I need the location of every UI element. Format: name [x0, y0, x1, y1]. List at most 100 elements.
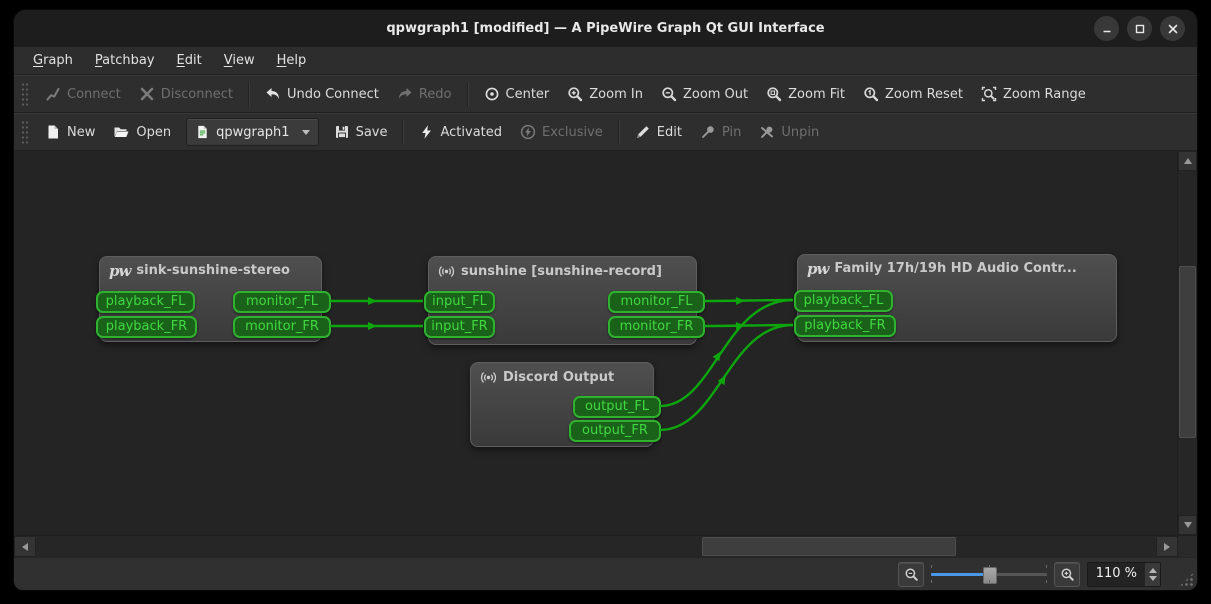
minimize-button[interactable]	[1094, 16, 1119, 41]
arrow-up-icon	[1184, 158, 1192, 164]
size-grip[interactable]	[1179, 572, 1194, 587]
scroll-down-button[interactable]	[1178, 515, 1197, 535]
scroll-left-button[interactable]	[14, 536, 36, 557]
zoom-out-icon	[904, 567, 919, 582]
redo-icon	[397, 86, 413, 102]
horizontal-scrollbar[interactable]	[14, 536, 1178, 557]
patchbay-profile-value: qpwgraph1	[216, 125, 289, 140]
disconnect-button[interactable]: Disconnect	[130, 80, 242, 108]
patchbay-profile-combobox[interactable]: qpwgraph1	[186, 118, 318, 146]
zoom-value: 110 %	[1088, 563, 1144, 586]
activated-toggle[interactable]: Activated	[410, 118, 511, 146]
scroll-right-button[interactable]	[1156, 536, 1178, 557]
maximize-icon	[1134, 23, 1146, 35]
zoom-range-icon	[981, 86, 997, 102]
patchbay-file-icon	[195, 124, 210, 140]
menu-graph[interactable]: Graph	[22, 50, 84, 71]
menu-edit[interactable]: Edit	[166, 50, 213, 71]
zoom-out-button[interactable]: Zoom Out	[652, 80, 757, 108]
horizontal-scroll-track[interactable]	[36, 536, 1156, 557]
graph-toolbar: Connect Disconnect Undo Connect Redo	[14, 75, 1197, 113]
patchbay-toolbar: New Open qpwgraph1	[14, 113, 1197, 151]
vertical-scrollbar[interactable]	[1177, 151, 1197, 535]
menu-patchbay[interactable]: Patchbay	[84, 50, 166, 71]
connect-button[interactable]: Connect	[36, 80, 130, 108]
window-controls	[1086, 16, 1185, 41]
pin-button[interactable]: Pin	[691, 118, 750, 146]
connection[interactable]	[660, 300, 793, 406]
toolbar-separator	[402, 120, 404, 144]
scrollbar-corner	[1178, 536, 1197, 557]
statusbar-zoom-out-button[interactable]	[898, 562, 924, 587]
horizontal-scrollbar-row	[14, 535, 1197, 557]
unpin-button[interactable]: Unpin	[750, 118, 828, 146]
scroll-up-button[interactable]	[1178, 151, 1197, 171]
close-icon	[1167, 23, 1179, 35]
chevron-down-icon	[302, 130, 310, 135]
zoom-reset-button[interactable]: Zoom Reset	[854, 80, 972, 108]
zoom-spinbox[interactable]: 110 %	[1087, 562, 1161, 587]
spin-down-button[interactable]	[1149, 576, 1157, 581]
toolbar-separator	[618, 120, 620, 144]
unpin-icon	[759, 124, 775, 140]
redo-button[interactable]: Redo	[388, 80, 461, 108]
undo-icon	[265, 86, 281, 102]
window-title: qpwgraph1 [modified] — A PipeWire Graph …	[14, 10, 1197, 47]
exclusive-toggle[interactable]: Exclusive	[511, 118, 612, 146]
vertical-scroll-track[interactable]	[1178, 171, 1197, 515]
edit-pencil-icon	[635, 124, 651, 140]
slider-ticks	[931, 580, 1047, 583]
connection-arrows	[368, 297, 745, 385]
zoom-fit-icon	[766, 86, 782, 102]
statusbar-zoom-in-button[interactable]	[1054, 562, 1080, 587]
zoom-range-button[interactable]: Zoom Range	[972, 80, 1095, 108]
new-file-icon	[45, 124, 61, 140]
toolbar-drag-handle[interactable]	[21, 81, 29, 107]
titlebar[interactable]: qpwgraph1 [modified] — A PipeWire Graph …	[14, 10, 1197, 47]
minimize-icon	[1101, 23, 1113, 35]
toolbar-separator	[467, 82, 469, 106]
slider-fill	[931, 573, 989, 576]
spin-up-button[interactable]	[1149, 568, 1157, 573]
zoom-reset-icon	[863, 86, 879, 102]
connection-wires	[14, 151, 1177, 535]
pin-icon	[700, 124, 716, 140]
toolbar-separator	[248, 82, 250, 106]
zoom-out-icon	[661, 86, 677, 102]
activated-bolt-icon	[419, 124, 434, 140]
vertical-scroll-thumb[interactable]	[1179, 266, 1196, 438]
save-icon	[334, 124, 350, 140]
maximize-button[interactable]	[1127, 16, 1152, 41]
zoom-in-icon	[567, 86, 583, 102]
toolbar-drag-handle[interactable]	[21, 119, 29, 145]
app-window: qpwgraph1 [modified] — A PipeWire Graph …	[14, 10, 1197, 590]
connection[interactable]	[660, 325, 793, 430]
close-button[interactable]	[1160, 16, 1185, 41]
center-icon	[484, 86, 500, 102]
open-button[interactable]: Open	[104, 118, 180, 146]
zoom-in-button[interactable]: Zoom In	[558, 80, 652, 108]
edit-toggle[interactable]: Edit	[626, 118, 691, 146]
screenshot: qpwgraph1 [modified] — A PipeWire Graph …	[0, 0, 1211, 604]
save-button[interactable]: Save	[325, 118, 397, 146]
open-folder-icon	[113, 124, 130, 140]
arrow-left-icon	[22, 543, 28, 551]
canvas-row: pw sink-sunshine-stereo playback_FL play…	[14, 151, 1197, 535]
new-button[interactable]: New	[36, 118, 104, 146]
statusbar: 110 %	[14, 557, 1197, 590]
graph-canvas[interactable]: pw sink-sunshine-stereo playback_FL play…	[14, 151, 1177, 535]
menu-help[interactable]: Help	[266, 50, 318, 71]
connect-icon	[45, 86, 61, 102]
disconnect-icon	[139, 86, 155, 102]
center-button[interactable]: Center	[475, 80, 559, 108]
arrow-down-icon	[1184, 522, 1192, 528]
zoom-fit-button[interactable]: Zoom Fit	[757, 80, 854, 108]
undo-connect-button[interactable]: Undo Connect	[256, 80, 388, 108]
zoom-slider[interactable]	[931, 565, 1047, 583]
menu-view[interactable]: View	[213, 50, 266, 71]
spin-buttons	[1144, 563, 1160, 586]
arrow-right-icon	[1164, 543, 1170, 551]
menubar: Graph Patchbay Edit View Help	[14, 47, 1197, 75]
horizontal-scroll-thumb[interactable]	[702, 537, 956, 556]
exclusive-bolt-icon	[520, 124, 536, 140]
